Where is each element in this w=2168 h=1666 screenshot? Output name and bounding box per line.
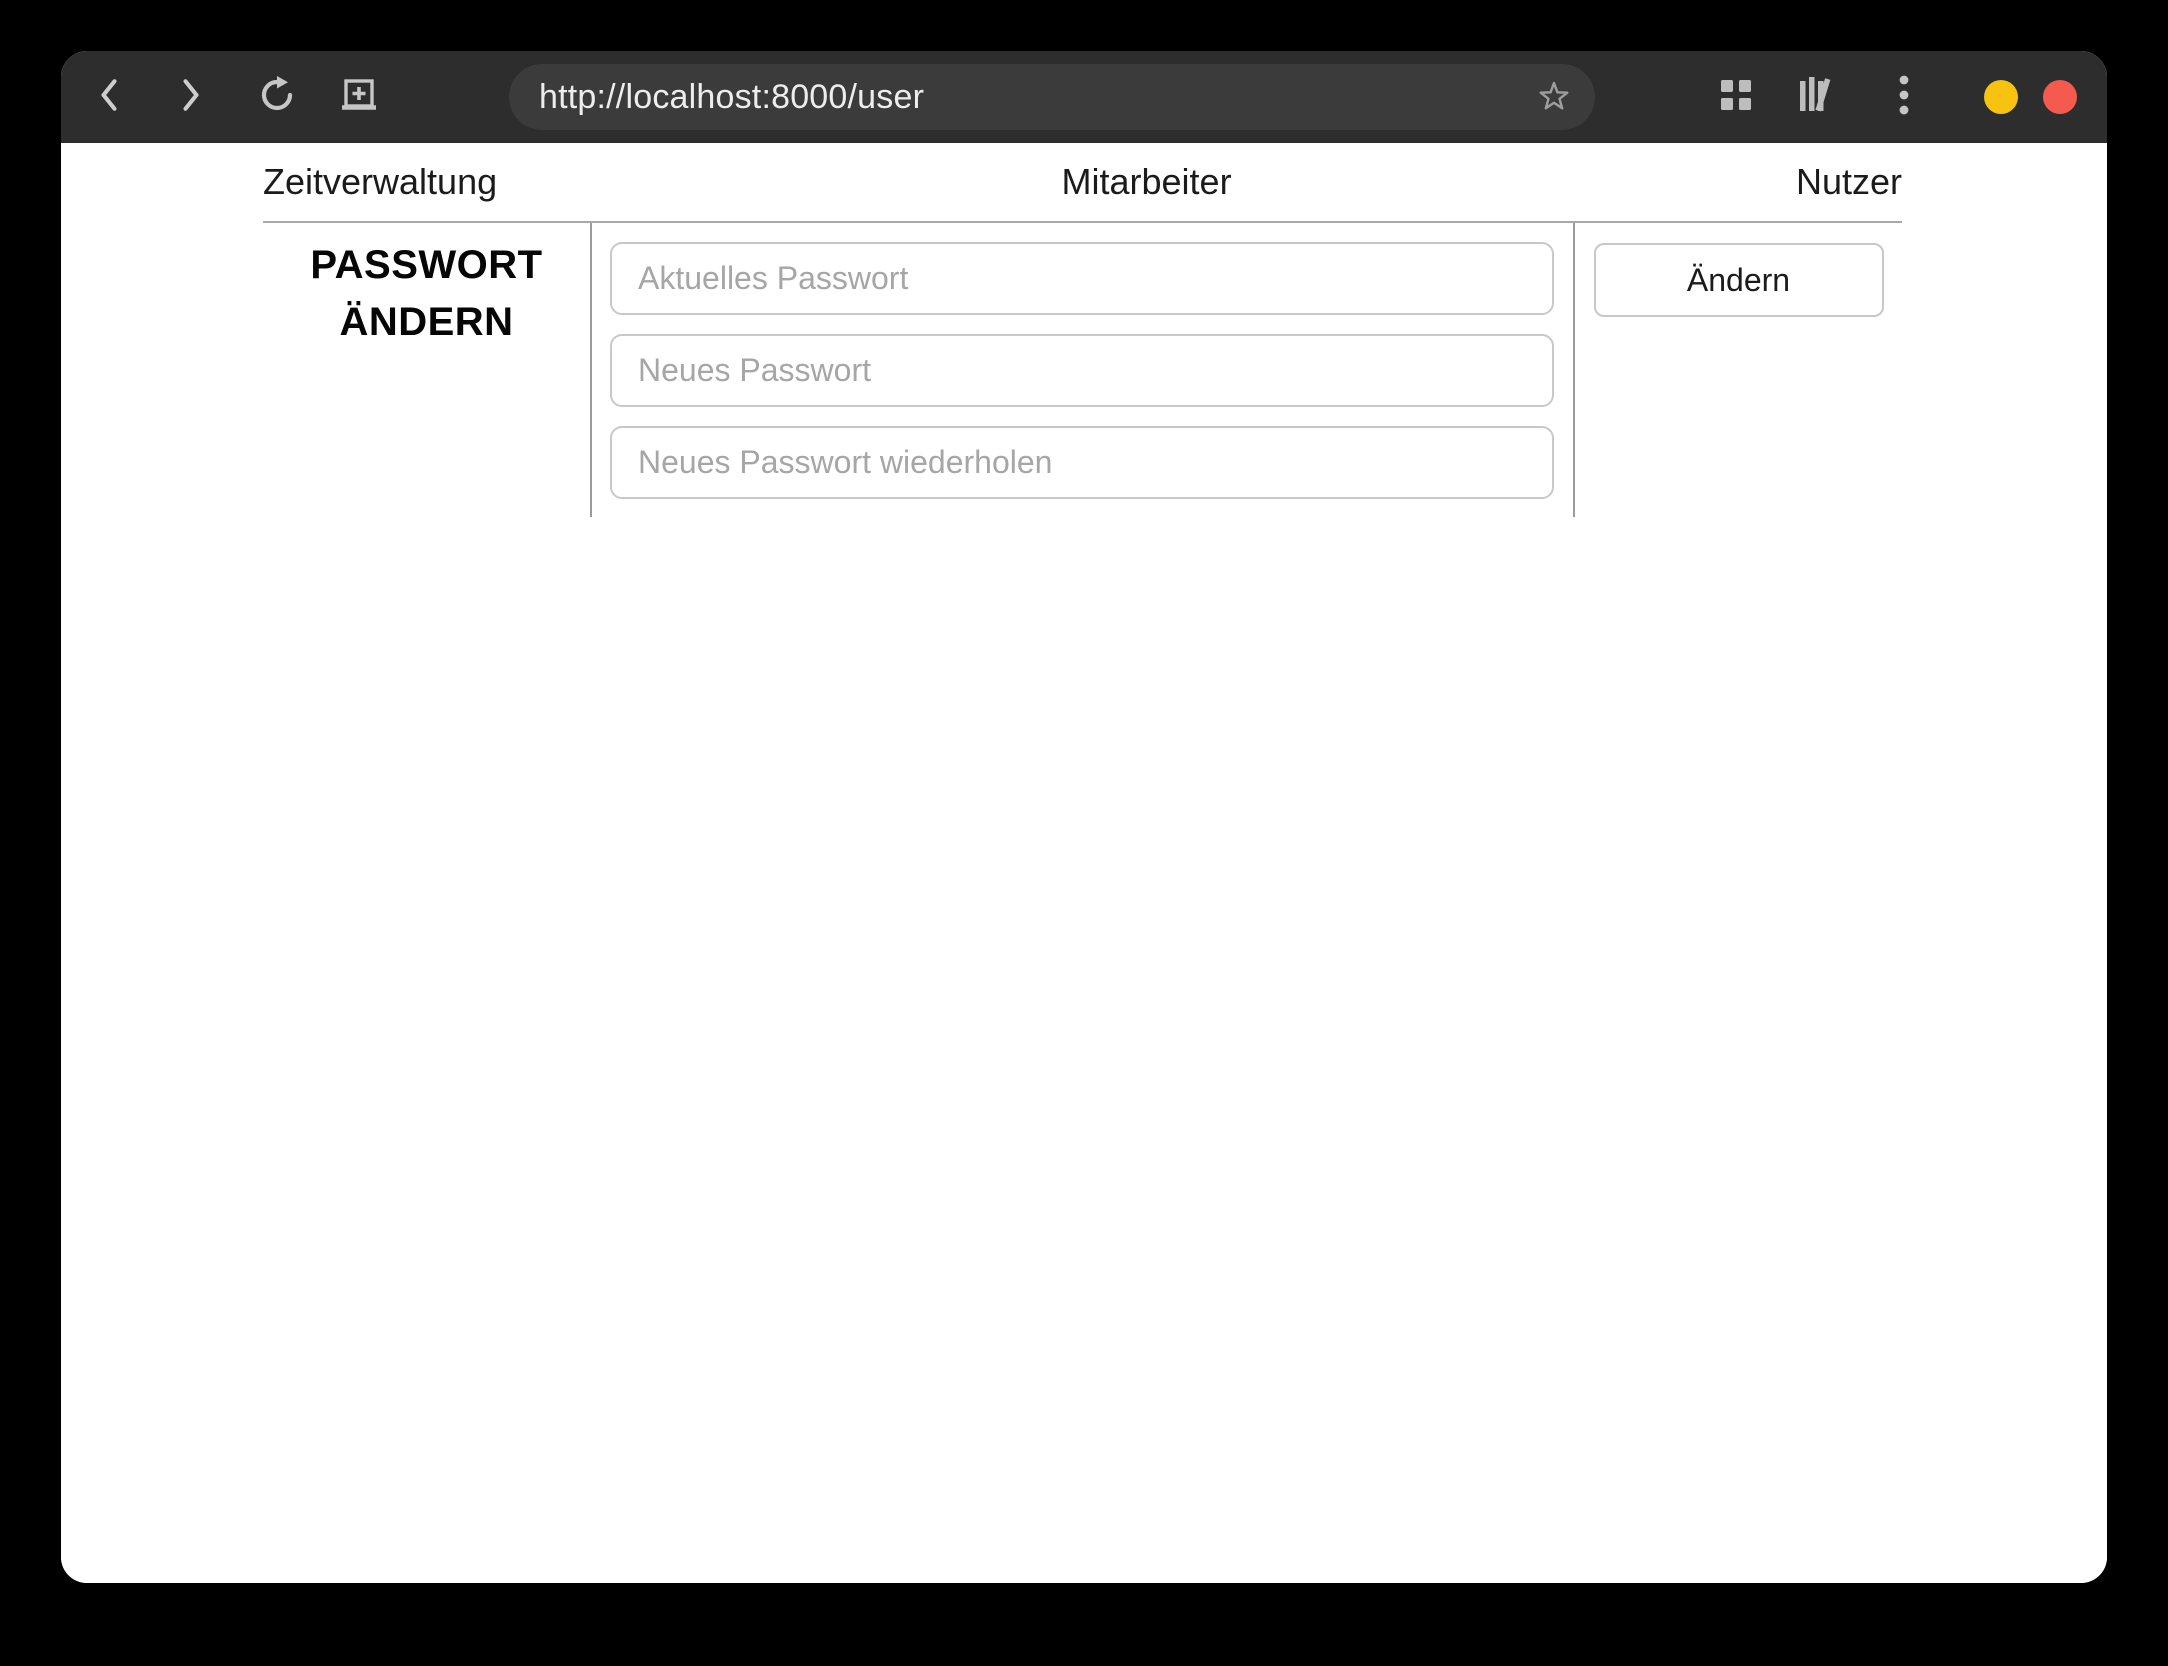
url-text[interactable]: http://localhost:8000/user xyxy=(539,78,1537,117)
section-heading: PASSWORT ÄNDERN xyxy=(263,223,590,517)
chevron-right-icon xyxy=(180,76,202,119)
new-password-input[interactable] xyxy=(610,334,1554,407)
url-bar[interactable]: http://localhost:8000/user xyxy=(509,64,1595,130)
submit-column: Ändern xyxy=(1575,223,1902,517)
heading-line-2: ÄNDERN xyxy=(339,300,514,344)
nav-item-mitarbeiter[interactable]: Mitarbeiter xyxy=(1062,161,1232,203)
screen-background: http://localhost:8000/user Zeitverwaltun… xyxy=(0,0,2168,1666)
reload-button[interactable] xyxy=(255,51,299,143)
menu-button[interactable] xyxy=(1882,51,1926,143)
page-content: Zeitverwaltung Mitarbeiter Nutzer PASSWO… xyxy=(61,143,2107,1583)
bookmark-star-icon[interactable] xyxy=(1537,80,1571,114)
chevron-left-icon xyxy=(98,76,120,119)
close-window-button[interactable] xyxy=(2043,80,2077,114)
change-password-button[interactable]: Ändern xyxy=(1593,243,1884,317)
browser-window: http://localhost:8000/user Zeitverwaltun… xyxy=(61,51,2107,1583)
repeat-new-password-input[interactable] xyxy=(610,426,1554,499)
password-change-section: PASSWORT ÄNDERN Ändern xyxy=(263,223,1902,517)
nav-item-zeitverwaltung[interactable]: Zeitverwaltung xyxy=(263,161,497,203)
new-tab-button[interactable] xyxy=(337,51,381,143)
minimize-window-button[interactable] xyxy=(1984,80,2018,114)
new-tab-icon xyxy=(340,77,378,118)
nav-item-nutzer[interactable]: Nutzer xyxy=(1796,161,1902,203)
reload-icon xyxy=(257,75,297,120)
library-books-icon xyxy=(1798,76,1840,119)
grid-icon xyxy=(1720,79,1752,116)
current-password-input[interactable] xyxy=(610,242,1554,315)
pages-overview-button[interactable] xyxy=(1714,51,1758,143)
browser-toolbar: http://localhost:8000/user xyxy=(61,51,2107,143)
library-button[interactable] xyxy=(1797,51,1841,143)
kebab-menu-icon xyxy=(1897,75,1911,120)
password-fields-column xyxy=(590,223,1575,517)
back-button[interactable] xyxy=(87,51,131,143)
main-nav: Zeitverwaltung Mitarbeiter Nutzer xyxy=(263,143,1902,223)
forward-button[interactable] xyxy=(169,51,213,143)
heading-line-1: PASSWORT xyxy=(310,243,543,287)
